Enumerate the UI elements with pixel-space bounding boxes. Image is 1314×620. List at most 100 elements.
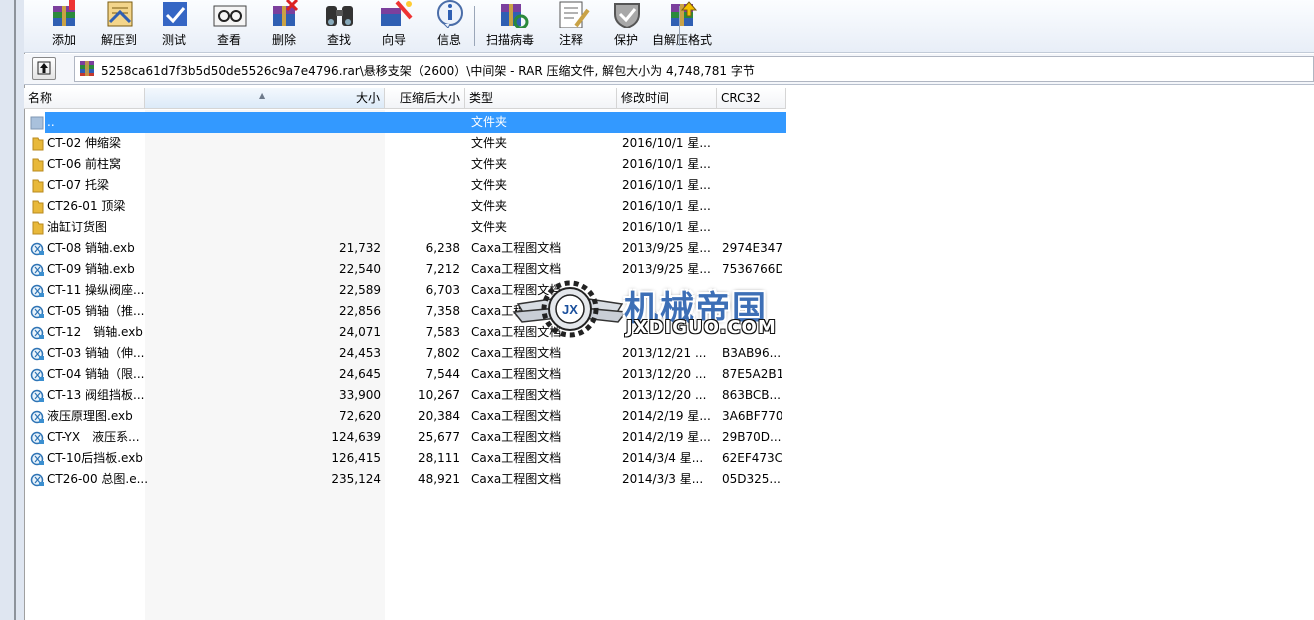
- caxa-file-icon: [30, 284, 44, 298]
- toolbar-button-label: 自解压格式: [651, 33, 712, 47]
- file-name: CT-11 操纵阀座...: [47, 283, 145, 297]
- file-row[interactable]: CT-YX 液压系... 124,639 25,677 Caxa工程图文档 2014/2…: [24, 427, 786, 448]
- caxa-file-icon: [30, 368, 44, 382]
- sort-ascending-icon: ▲: [259, 91, 266, 100]
- file-row[interactable]: CT-02 伸缩梁 文件夹 2016/10/1 星...: [24, 133, 786, 154]
- file-modified: 2016/10/1 星...: [622, 136, 711, 150]
- file-crc: [722, 175, 782, 196]
- caxa-file-icon: [30, 347, 44, 361]
- toolbar-button-wizard[interactable]: 向导: [366, 0, 422, 52]
- file-packed-size: [385, 217, 460, 238]
- toolbar-button-comment[interactable]: 注释: [543, 0, 599, 52]
- file-type: 文件夹: [471, 115, 508, 129]
- file-row[interactable]: CT-07 托梁 文件夹 2016/10/1 星...: [24, 175, 786, 196]
- file-row[interactable]: .. 文件夹: [24, 112, 786, 133]
- file-name: ..: [47, 115, 55, 129]
- file-size: 22,856: [339, 304, 381, 318]
- file-row[interactable]: 油缸订货图 文件夹 2016/10/1 星...: [24, 217, 786, 238]
- toolbar-button-label: 扫描病毒: [485, 33, 534, 47]
- toolbar-button-protect[interactable]: 保护: [598, 0, 654, 52]
- file-name: 液压原理图.exb: [47, 409, 133, 423]
- file-size: [145, 154, 381, 175]
- address-path-field[interactable]: 5258ca61d7f3b5d50de5526c9a7e4796.rar\悬移支…: [74, 56, 1314, 82]
- file-modified: [622, 112, 714, 133]
- file-size: 24,071: [339, 325, 381, 339]
- file-type: Caxa工程图文档: [471, 451, 562, 465]
- find-icon: [320, 0, 358, 28]
- file-packed-size: 7,802: [425, 346, 460, 360]
- file-packed-size: 20,384: [418, 409, 460, 423]
- file-name: CT-13 阀组挡板...: [47, 388, 145, 402]
- toolbar-button-find[interactable]: 查找: [311, 0, 367, 52]
- file-size: 21,732: [339, 241, 381, 255]
- toolbar-separator: [679, 6, 680, 46]
- file-size: [145, 196, 381, 217]
- file-modified: 2013/12/20 ...: [622, 367, 707, 381]
- address-path-text: 5258ca61d7f3b5d50de5526c9a7e4796.rar\悬移支…: [101, 64, 755, 78]
- column-header-crc[interactable]: CRC32: [717, 88, 786, 109]
- file-name: 油缸订货图: [47, 220, 108, 234]
- file-modified: 2013/9/25 星...: [622, 241, 711, 255]
- file-row[interactable]: CT-06 前柱窝 文件夹 2016/10/1 星...: [24, 154, 786, 175]
- file-row[interactable]: CT26-00 总图.e... 235,124 48,921 Caxa工程图文档 201…: [24, 469, 786, 490]
- file-name: CT-05 销轴（推...: [47, 304, 145, 318]
- file-name: CT-03 销轴（伸...: [47, 346, 145, 360]
- file-row[interactable]: CT26-01 顶梁 文件夹 2016/10/1 星...: [24, 196, 786, 217]
- file-packed-size: 25,677: [418, 430, 460, 444]
- column-header-modified[interactable]: 修改时间: [617, 88, 717, 109]
- file-type: 文件夹: [471, 178, 508, 192]
- file-size: [145, 175, 381, 196]
- file-crc: [722, 154, 782, 175]
- info-icon: [430, 0, 468, 29]
- file-size: 22,540: [339, 262, 381, 276]
- file-packed-size: 7,212: [425, 262, 460, 276]
- file-name: CT-YX 液压系...: [47, 430, 140, 444]
- toolbar-button-test[interactable]: 测试: [146, 0, 202, 52]
- sfx-icon: [663, 0, 701, 28]
- file-row[interactable]: CT-08 销轴.exb 21,732 6,238 Caxa工程图文档 2013/9/2…: [24, 238, 786, 259]
- file-type: 文件夹: [471, 220, 508, 234]
- column-header-name[interactable]: 名称: [24, 88, 145, 109]
- file-packed-size: [385, 133, 460, 154]
- toolbar-button-sfx[interactable]: 自解压格式: [652, 0, 712, 52]
- file-crc: [722, 112, 782, 133]
- file-type: 文件夹: [471, 157, 508, 171]
- watermark-domain-text: JXDIGUO.COM: [626, 317, 777, 338]
- file-size: 126,415: [331, 451, 381, 465]
- file-modified: 2013/12/21 ...: [622, 346, 707, 360]
- file-type: Caxa工程图文档: [471, 241, 562, 255]
- toolbar-button-delete[interactable]: 删除: [256, 0, 312, 52]
- folder-icon: [32, 200, 44, 214]
- file-row[interactable]: 液压原理图.exb 72,620 20,384 Caxa工程图文档 2014/2/19 …: [24, 406, 786, 427]
- file-crc: [722, 217, 782, 238]
- toolbar-button-label: 信息: [436, 33, 461, 47]
- file-row[interactable]: CT-10后挡板.exb 126,415 28,111 Caxa工程图文档 2014/3…: [24, 448, 786, 469]
- column-header-size[interactable]: ▲ 大小: [145, 88, 385, 109]
- file-packed-size: 10,267: [418, 388, 460, 402]
- comment-icon: [552, 0, 590, 29]
- file-name: CT-12 销轴.exb: [47, 325, 143, 339]
- toolbar-button-extract-to[interactable]: 解压到: [91, 0, 147, 52]
- file-row[interactable]: CT-04 销轴（限... 24,645 7,544 Caxa工程图文档 2013/12…: [24, 364, 786, 385]
- caxa-file-icon: [30, 389, 44, 403]
- column-header-packed[interactable]: 压缩后大小: [385, 88, 465, 109]
- toolbar-button-add-archive[interactable]: 添加: [36, 0, 92, 52]
- file-name: CT-06 前柱窝: [47, 157, 122, 171]
- delete-icon: [265, 0, 303, 28]
- file-size: 24,645: [339, 367, 381, 381]
- file-size: 33,900: [339, 388, 381, 402]
- up-one-level-button[interactable]: [32, 57, 56, 80]
- file-row[interactable]: CT-03 销轴（伸... 24,453 7,802 Caxa工程图文档 2013/12…: [24, 343, 786, 364]
- file-type: 文件夹: [471, 136, 508, 150]
- toolbar-button-info[interactable]: 信息: [421, 0, 477, 52]
- column-header-type[interactable]: 类型: [465, 88, 617, 109]
- toolbar-button-virus-scan[interactable]: 扫描病毒: [482, 0, 538, 52]
- file-list[interactable]: 名称 ▲ 大小 压缩后大小 类型 修改时间 CRC32 .. 文件夹 CT-02 伸…: [24, 88, 1314, 620]
- file-row[interactable]: CT-13 阀组挡板... 33,900 10,267 Caxa工程图文档 2013/1…: [24, 385, 786, 406]
- toolbar-button-view[interactable]: 查看: [201, 0, 257, 52]
- file-packed-size: [385, 112, 460, 133]
- file-crc: [722, 196, 782, 217]
- caxa-file-icon: [30, 473, 44, 487]
- file-packed-size: [385, 154, 460, 175]
- file-type: Caxa工程图文档: [471, 388, 562, 402]
